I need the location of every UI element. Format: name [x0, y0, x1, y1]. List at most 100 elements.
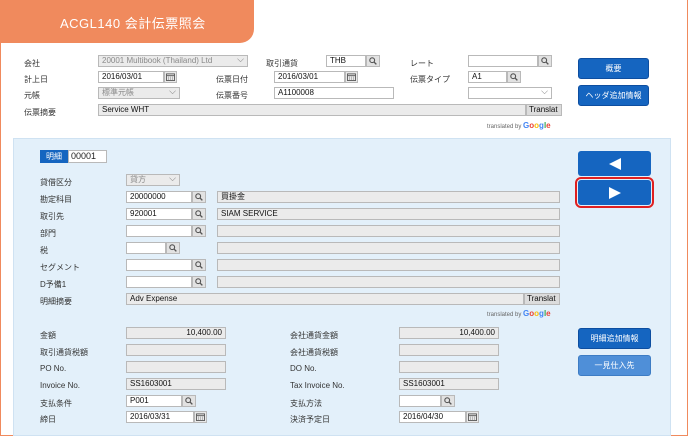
calendar-icon — [196, 413, 205, 421]
search-icon — [169, 244, 177, 252]
calendar-icon — [166, 73, 175, 81]
voucher-type-search-button[interactable] — [507, 71, 521, 83]
search-icon — [185, 397, 193, 405]
overview-button[interactable]: 概要 — [578, 58, 649, 79]
account-search-button[interactable] — [192, 191, 206, 203]
search-icon — [444, 397, 452, 405]
translated-by-google: translated by Google — [487, 121, 551, 130]
rate-search-button[interactable] — [538, 55, 552, 67]
account-label: 勘定科目 — [40, 195, 72, 204]
company-label: 会社 — [24, 59, 40, 68]
tx-tax-field — [126, 344, 226, 356]
next-line-button[interactable] — [575, 177, 654, 208]
posting-date-calendar-button[interactable] — [164, 71, 177, 83]
pay-terms-search-button[interactable] — [182, 395, 196, 407]
settle-date-calendar-button[interactable] — [466, 411, 479, 423]
voucher-type-field[interactable]: A1 — [468, 71, 507, 83]
settle-date-label: 決済予定日 — [290, 415, 330, 424]
rate-label: レート — [410, 59, 434, 68]
voucher-date-field[interactable]: 2016/03/01 — [274, 71, 345, 83]
dept-code-field[interactable] — [126, 225, 192, 237]
currency-label: 取引通貨 — [266, 59, 298, 68]
closing-date-calendar-button[interactable] — [194, 411, 207, 423]
header-extra-info-button[interactable]: ヘッダ追加情報 — [578, 85, 649, 106]
segment-code-field[interactable] — [126, 259, 192, 271]
segment-label: セグメント — [40, 263, 80, 272]
company-tax-label: 会社通貨税額 — [290, 348, 338, 357]
desc-field[interactable]: Adv Expense — [126, 293, 524, 305]
summary-translate-button[interactable]: Translat — [526, 104, 562, 116]
closing-date-field[interactable]: 2016/03/31 — [126, 411, 194, 423]
dc-label: 貸借区分 — [40, 178, 72, 187]
partner-label: 取引先 — [40, 212, 64, 221]
tax-label: 税 — [40, 246, 48, 255]
calendar-icon — [347, 73, 356, 81]
segment-name-field — [217, 259, 560, 271]
po-field — [126, 361, 226, 373]
segment-search-button[interactable] — [192, 259, 206, 271]
tax-name-field — [217, 242, 560, 254]
desc-translate-button[interactable]: Translat — [524, 293, 560, 305]
invoice-field: SS1603001 — [126, 378, 226, 390]
do-label: DO No. — [290, 364, 317, 373]
google-logo: Google — [523, 309, 551, 318]
reserve-code-field[interactable] — [126, 276, 192, 288]
reserve-label: D予備1 — [40, 280, 67, 289]
previous-line-button[interactable] — [578, 151, 651, 176]
search-icon — [541, 57, 549, 65]
summary-label: 伝票摘要 — [24, 108, 56, 117]
google-logo: Google — [523, 121, 551, 130]
amount-field: 10,400.00 — [126, 327, 226, 339]
summary-field[interactable]: Service WHT — [98, 104, 526, 116]
pay-method-field[interactable] — [399, 395, 441, 407]
company-select[interactable]: 20001 Multibook (Thailand) Ltd — [98, 55, 248, 67]
tx-tax-label: 取引通貨税額 — [40, 348, 88, 357]
do-field — [399, 361, 499, 373]
account-code-field[interactable]: 20000000 — [126, 191, 192, 203]
amount-label: 金額 — [40, 331, 56, 340]
pay-method-label: 支払方法 — [290, 399, 322, 408]
ledger-select[interactable]: 標準元帳 — [98, 87, 180, 99]
posting-date-field[interactable]: 2016/03/01 — [98, 71, 164, 83]
tax-search-button[interactable] — [166, 242, 180, 254]
dc-select[interactable]: 貸方 — [126, 174, 180, 186]
currency-field[interactable]: THB — [326, 55, 366, 67]
desc-label: 明細摘要 — [40, 297, 72, 306]
line-extra-info-button[interactable]: 明細追加情報 — [578, 328, 651, 349]
partner-search-button[interactable] — [192, 208, 206, 220]
search-icon — [195, 261, 203, 269]
triangle-left-icon — [608, 157, 621, 170]
search-icon — [369, 57, 377, 65]
account-name-field: 買掛金 — [217, 191, 560, 203]
tax-invoice-field: SS1603001 — [399, 378, 499, 390]
closing-date-label: 締日 — [40, 415, 56, 424]
pay-method-search-button[interactable] — [441, 395, 455, 407]
currency-search-button[interactable] — [366, 55, 380, 67]
dept-name-field — [217, 225, 560, 237]
rate-field[interactable] — [468, 55, 538, 67]
pay-terms-field[interactable]: P001 — [126, 395, 182, 407]
tax-code-field[interactable] — [126, 242, 166, 254]
triangle-right-icon — [608, 186, 621, 199]
search-icon — [195, 227, 203, 235]
translated-by-google-detail: translated by Google — [487, 309, 551, 318]
search-icon — [195, 210, 203, 218]
partner-code-field[interactable]: 920001 — [126, 208, 192, 220]
partner-name-field: SIAM SERVICE — [217, 208, 560, 220]
voucher-date-calendar-button[interactable] — [345, 71, 358, 83]
search-icon — [510, 73, 518, 81]
dept-label: 部門 — [40, 229, 56, 238]
reserve-search-button[interactable] — [192, 276, 206, 288]
voucher-no-label: 伝票番号 — [216, 91, 248, 100]
supplier-list-button[interactable]: 一見仕入先 — [578, 355, 651, 376]
company-tax-field — [399, 344, 499, 356]
voucher-extra-select[interactable] — [468, 87, 552, 99]
settle-date-field[interactable]: 2016/04/30 — [399, 411, 466, 423]
search-icon — [195, 278, 203, 286]
posting-date-label: 計上日 — [24, 75, 48, 84]
company-amount-label: 会社通貨金額 — [290, 331, 338, 340]
voucher-no-field[interactable]: A1100008 — [274, 87, 394, 99]
tax-invoice-label: Tax Invoice No. — [290, 381, 345, 390]
dept-search-button[interactable] — [192, 225, 206, 237]
voucher-date-label: 伝票日付 — [216, 75, 248, 84]
